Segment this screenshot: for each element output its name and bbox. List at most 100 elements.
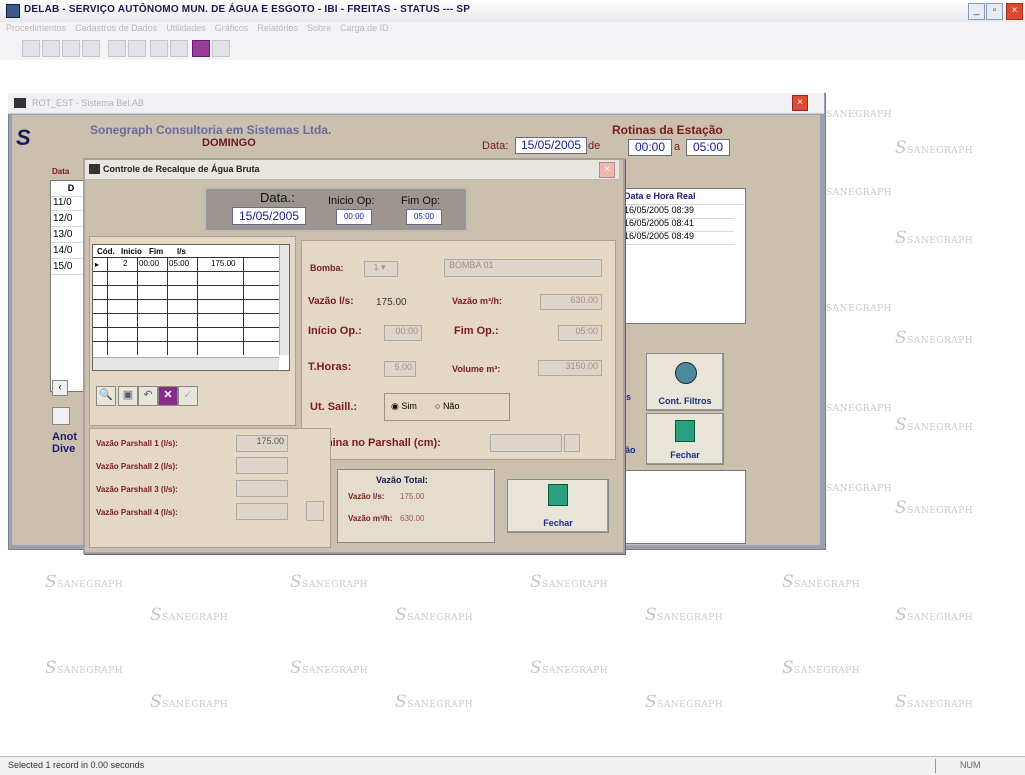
- list-item[interactable]: 16/05/2005 08:39: [621, 205, 734, 219]
- menu-sobre[interactable]: Sobre: [307, 23, 331, 33]
- sim-radio[interactable]: ◉ Sim: [391, 401, 417, 412]
- dialog-icon: [89, 164, 100, 174]
- watermark-logo: SSANEGRAPH: [782, 658, 861, 678]
- close-button[interactable]: ×: [1006, 3, 1023, 20]
- watermark-logo: SSANEGRAPH: [530, 572, 609, 592]
- dialog-fechar-button[interactable]: Fechar: [507, 479, 609, 533]
- notes-text-area[interactable]: [612, 470, 746, 544]
- routines-title: Rotinas da Estação: [612, 123, 723, 137]
- data-field[interactable]: 15/05/2005: [232, 207, 306, 225]
- grid-cell-ls[interactable]: 175.00: [211, 259, 235, 268]
- real-time-list[interactable]: Data e Hora Real 16/05/2005 08:39 16/05/…: [620, 188, 746, 324]
- toolbar-print-icon[interactable]: [170, 40, 188, 57]
- status-bar: Selected 1 record in 0.00 seconds NUM: [0, 756, 1025, 775]
- anot-label: Anot: [52, 431, 78, 443]
- exit-door-icon: [548, 484, 568, 506]
- watermark-logo: SSANEGRAPH: [45, 572, 124, 592]
- company-name: Sonegraph Consultoria em Sistemas Ltda.: [90, 123, 332, 137]
- thoras-field[interactable]: 5.00: [384, 361, 416, 377]
- sanegraph-logo-icon: S: [16, 125, 31, 150]
- menu-procedimentos[interactable]: Procedimentos: [6, 23, 66, 33]
- toolbar-form-icon[interactable]: [192, 40, 210, 57]
- grid-vertical-scrollbar[interactable]: [279, 245, 289, 355]
- toolbar-check-icon[interactable]: [108, 40, 126, 57]
- toolbar-grid-icon[interactable]: [62, 40, 80, 57]
- toolbar-exit-icon[interactable]: [22, 40, 40, 57]
- delete-icon[interactable]: ✕: [158, 386, 178, 406]
- vazao-ls-label: Vazão l/s:: [308, 296, 354, 307]
- watermark-logo: SSANEGRAPH: [782, 572, 861, 592]
- inicio-op-field[interactable]: 00:00: [336, 209, 372, 225]
- save-icon[interactable]: ▣: [118, 386, 138, 406]
- search-icon[interactable]: [52, 407, 70, 425]
- vazao-m3h-field[interactable]: 630.00: [540, 294, 602, 310]
- undo-icon[interactable]: ↶: [138, 386, 158, 406]
- station-fechar-button[interactable]: Fechar: [646, 413, 724, 465]
- station-window-close-button[interactable]: ×: [792, 95, 808, 111]
- vazao-total-m3h-value: 630.00: [400, 514, 425, 523]
- watermark-logo: SSANEGRAPH: [150, 605, 229, 625]
- day-of-week: DOMINGO: [202, 137, 256, 149]
- list-item[interactable]: 16/05/2005 08:41: [621, 218, 734, 232]
- grid-cell-cod[interactable]: 2: [123, 259, 127, 268]
- search-icon[interactable]: 🔍: [96, 386, 116, 406]
- watermark-logo: SSANEGRAPH: [395, 692, 474, 712]
- nao-radio[interactable]: ○ Não: [435, 401, 459, 411]
- parshall-extra-field[interactable]: [306, 501, 324, 521]
- toolbar-undo-icon[interactable]: [128, 40, 146, 57]
- watermark-logo: SSANEGRAPH: [150, 692, 229, 712]
- pumps-grid[interactable]: Cód. Inicio Fim l/s ▸ 2 00:00 05:00 175.…: [92, 244, 290, 371]
- num-lock-indicator: NUM: [960, 760, 981, 770]
- fim-op-field[interactable]: 05:00: [406, 209, 442, 225]
- parshall-4-field[interactable]: [236, 503, 288, 520]
- toolbar: [0, 36, 1025, 61]
- time-from-field[interactable]: 00:00: [628, 139, 672, 156]
- partial-button-label: s: [626, 392, 632, 402]
- date-field[interactable]: 15/05/2005: [515, 137, 587, 154]
- fim-op2-label: Fim Op.:: [454, 325, 499, 337]
- thoras-label: T.Horas:: [308, 361, 352, 373]
- grid-header-cod: Cód.: [97, 247, 115, 256]
- date-label: Data:: [482, 140, 509, 152]
- parshall-1-field[interactable]: 175.00: [236, 435, 288, 452]
- inicio-op2-field[interactable]: 00:00: [384, 325, 422, 341]
- menu-cadastros[interactable]: Cadastros de Dados: [75, 23, 157, 33]
- chevron-left-icon[interactable]: ‹: [52, 380, 68, 396]
- parshall-3-field[interactable]: [236, 480, 288, 497]
- cont-filtros-button[interactable]: Cont. Filtros: [646, 353, 724, 411]
- parshall-panel: Vazão Parshall 1 (l/s): 175.00 Vazão Par…: [89, 428, 331, 548]
- vazao-ls-value: 175.00: [376, 297, 407, 308]
- watermark-logo: SSANEGRAPH: [645, 692, 724, 712]
- ut-saill-label: Ut. Saill.:: [310, 401, 358, 413]
- grid-cell-fim[interactable]: 05:00: [169, 259, 189, 268]
- dialog-close-button[interactable]: ×: [599, 162, 615, 178]
- grid-horizontal-scrollbar[interactable]: [93, 357, 279, 370]
- parshall-4-label: Vazão Parshall 4 (l/s):: [96, 508, 178, 517]
- menu-relatorios[interactable]: Relatórios: [257, 23, 298, 33]
- station-window-title: ROT_EST - Sistema Bel.AB: [32, 98, 144, 108]
- main-window-title: DELAB - SERVIÇO AUTÔNOMO MUN. DE ÁGUA E …: [24, 4, 471, 15]
- confirm-check-icon[interactable]: ✓: [178, 386, 198, 406]
- list-item[interactable]: 16/05/2005 08:49: [621, 231, 734, 245]
- lamina-extra-field[interactable]: [564, 434, 580, 452]
- toolbar-table-icon[interactable]: [82, 40, 100, 57]
- menu-carga[interactable]: Carga de ID: [340, 23, 389, 33]
- toolbar-calc-icon[interactable]: [150, 40, 168, 57]
- menu-utilidades[interactable]: Utilidades: [166, 23, 206, 33]
- volume-field[interactable]: 3150.00: [538, 360, 602, 376]
- watermark-logo: SSANEGRAPH: [895, 328, 974, 348]
- maximize-button[interactable]: ▫: [986, 3, 1003, 20]
- fim-op2-field[interactable]: 05:00: [558, 325, 602, 341]
- lamina-field[interactable]: [490, 434, 562, 452]
- grid-cell-inicio[interactable]: 00:00: [139, 259, 159, 268]
- parshall-2-field[interactable]: [236, 457, 288, 474]
- time-to-field[interactable]: 05:00: [686, 139, 730, 156]
- watermark: SANEGRAPH: [826, 110, 892, 120]
- toolbar-help-icon[interactable]: [42, 40, 60, 57]
- status-message: Selected 1 record in 0.00 seconds: [8, 760, 145, 770]
- menu-graficos[interactable]: Gráficos: [215, 23, 249, 33]
- bomba-name-field[interactable]: BOMBA 01: [444, 259, 602, 277]
- bomba-select[interactable]: 1 ▾: [364, 261, 398, 277]
- minimize-button[interactable]: _: [968, 3, 985, 20]
- toolbar-sort-icon[interactable]: [212, 40, 230, 57]
